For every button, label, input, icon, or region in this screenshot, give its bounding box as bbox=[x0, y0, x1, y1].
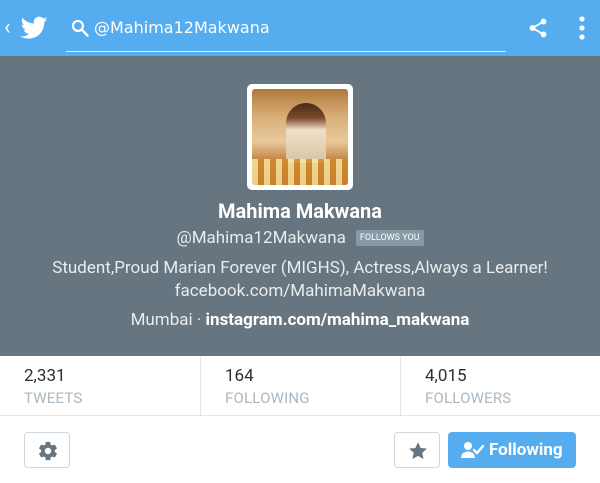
stat-tweets[interactable]: 2,331 TWEETS bbox=[0, 356, 200, 415]
stats-bar: 2,331 TWEETS 164 FOLLOWING 4,015 FOLLOWE… bbox=[0, 356, 600, 416]
location-text: Mumbai bbox=[130, 310, 193, 330]
bio-link-facebook[interactable]: facebook.com/MahimaMakwana bbox=[0, 280, 600, 302]
avatar-lights bbox=[252, 159, 348, 185]
handle-row: @Mahima12Makwana FOLLOWS YOU bbox=[0, 227, 600, 249]
gear-icon bbox=[39, 441, 57, 461]
search-bar[interactable]: @Mahima12Makwana bbox=[66, 10, 506, 52]
stat-tweets-label: TWEETS bbox=[24, 389, 83, 407]
profile-header: Mahima Makwana @Mahima12Makwana FOLLOWS … bbox=[0, 56, 600, 356]
share-icon[interactable] bbox=[527, 16, 549, 40]
avatar[interactable] bbox=[247, 84, 353, 190]
stat-followers-value: 4,015 bbox=[425, 366, 467, 386]
stat-following-label: FOLLOWING bbox=[225, 389, 310, 407]
following-button-label: Following bbox=[489, 440, 563, 460]
stat-tweets-value: 2,331 bbox=[24, 366, 66, 386]
search-icon bbox=[71, 19, 89, 37]
follows-you-badge: FOLLOWS YOU bbox=[355, 230, 424, 246]
more-vertical-icon[interactable] bbox=[576, 14, 588, 42]
back-chevron-icon[interactable]: ‹ bbox=[4, 14, 14, 42]
stat-followers-label: FOLLOWERS bbox=[425, 389, 512, 407]
top-app-bar: ‹ @Mahima12Makwana bbox=[0, 0, 600, 56]
bio-line-1: Student,Proud Marian Forever (MIGHS), Ac… bbox=[52, 258, 548, 278]
twitter-bird-icon[interactable] bbox=[20, 14, 48, 42]
profile-handle: @Mahima12Makwana bbox=[176, 228, 346, 248]
favorite-star-button[interactable] bbox=[394, 432, 440, 468]
profile-name: Mahima Makwana bbox=[218, 199, 382, 223]
location-row: Mumbai · instagram.com/mahima_makwana bbox=[0, 309, 600, 331]
website-link[interactable]: instagram.com/mahima_makwana bbox=[206, 310, 470, 330]
avatar-photo bbox=[252, 89, 348, 185]
separator-dot: · bbox=[196, 310, 202, 330]
avatar-figure bbox=[286, 103, 326, 163]
stat-following[interactable]: 164 FOLLOWING bbox=[200, 356, 400, 415]
following-button[interactable]: Following bbox=[448, 432, 576, 468]
stat-following-value: 164 bbox=[225, 366, 254, 386]
stat-followers[interactable]: 4,015 FOLLOWERS bbox=[400, 356, 600, 415]
settings-button[interactable] bbox=[24, 432, 70, 468]
user-check-icon bbox=[461, 442, 485, 458]
search-input[interactable]: @Mahima12Makwana bbox=[94, 18, 270, 38]
star-icon bbox=[409, 442, 427, 459]
